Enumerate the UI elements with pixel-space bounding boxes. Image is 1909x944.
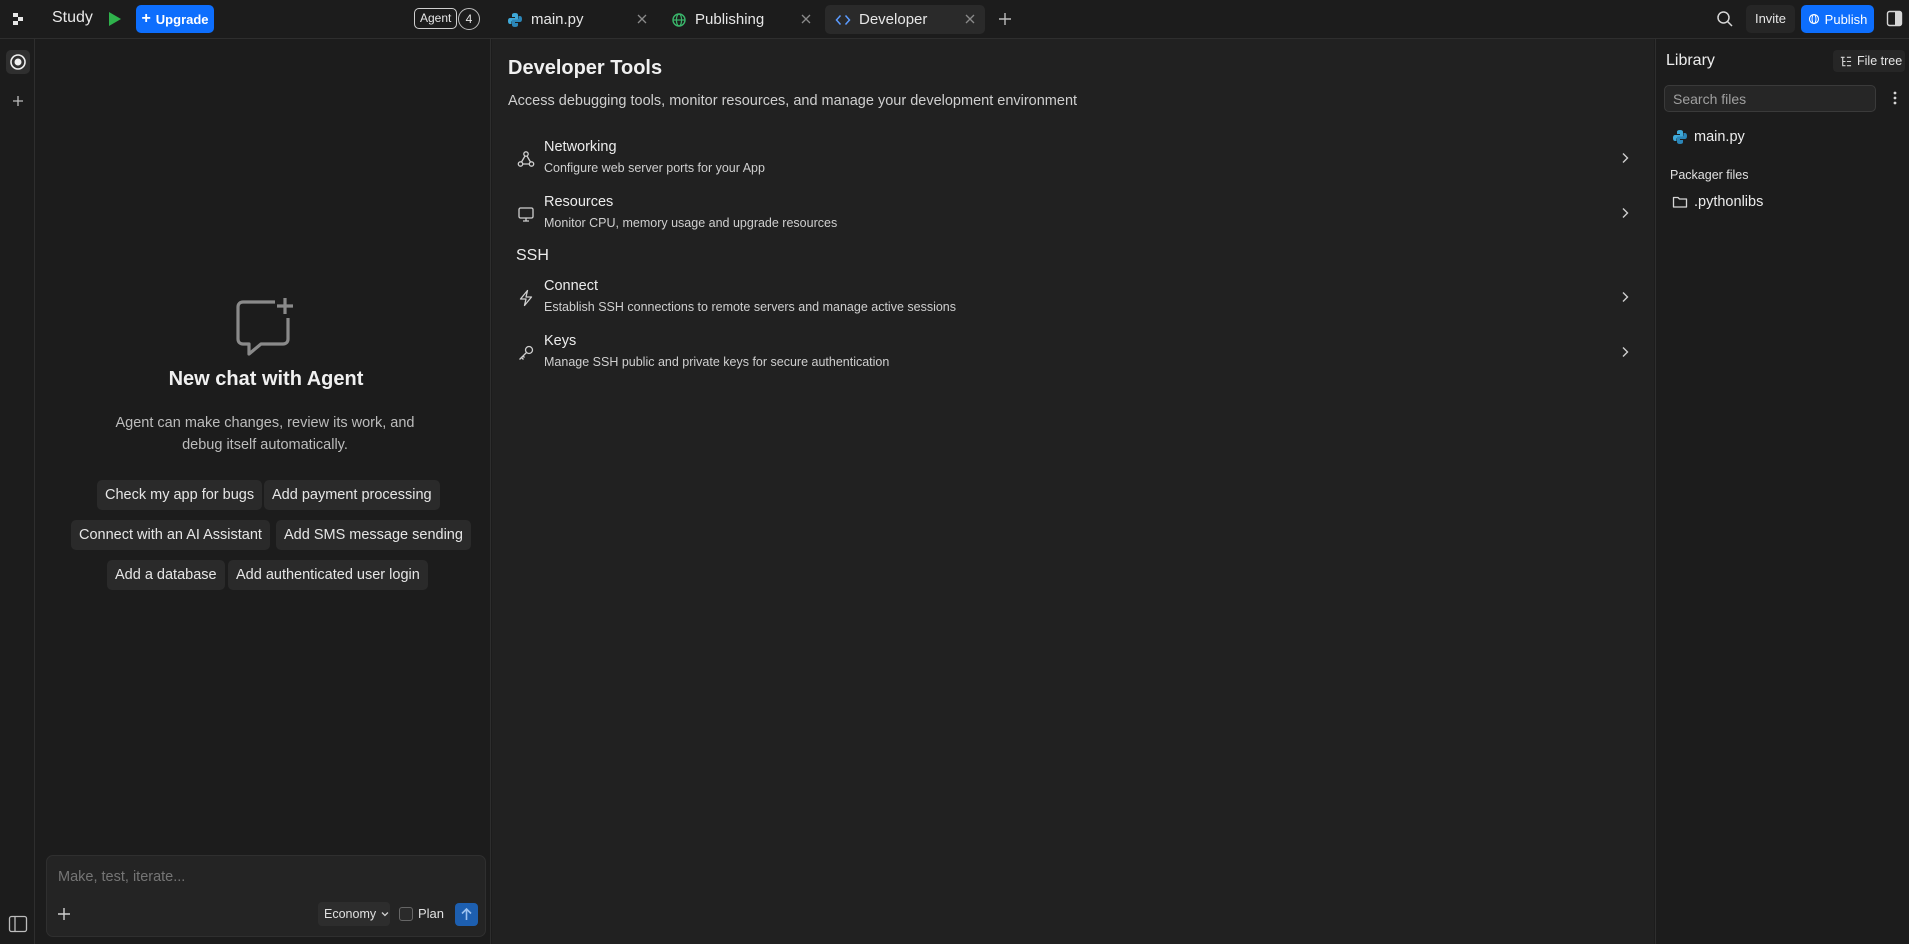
- tab-label: Publishing: [695, 11, 765, 28]
- close-icon[interactable]: [635, 12, 649, 26]
- left-rail: [0, 39, 35, 944]
- tab-main-py[interactable]: main.py: [497, 5, 657, 34]
- dev-item-networking[interactable]: Networking Configure web server ports fo…: [508, 134, 1638, 184]
- play-icon: [109, 12, 121, 26]
- file-tree-label: File tree: [1857, 54, 1903, 68]
- bolt-icon: [519, 289, 533, 307]
- dev-item-title: Resources: [544, 194, 614, 210]
- file-item[interactable]: main.py: [1672, 127, 1745, 147]
- folder-icon: [1672, 196, 1688, 208]
- plan-checkbox[interactable]: [399, 907, 413, 921]
- mode-select[interactable]: Economy: [318, 902, 390, 926]
- chat-composer: [46, 855, 486, 937]
- python-icon: [1673, 130, 1687, 144]
- tab-label: Developer: [859, 11, 928, 28]
- network-icon: [517, 151, 535, 167]
- library-title: Library: [1666, 52, 1715, 69]
- code-icon: [835, 14, 851, 25]
- folder-item[interactable]: .pythonlibs: [1672, 192, 1763, 212]
- close-icon[interactable]: [799, 12, 813, 26]
- agent-home-button[interactable]: [6, 50, 30, 74]
- suggestion-button[interactable]: Add authenticated user login: [228, 560, 428, 590]
- python-icon: [508, 12, 522, 27]
- upgrade-label: Upgrade: [155, 11, 209, 27]
- publish-button[interactable]: Publish: [1801, 5, 1874, 33]
- mode-label: Economy: [324, 907, 377, 921]
- chevron-right-icon: [1622, 153, 1629, 163]
- dev-item-desc: Configure web server ports for your App: [544, 161, 765, 175]
- suggestion-button[interactable]: Add SMS message sending: [276, 520, 471, 550]
- chevron-right-icon: [1622, 292, 1629, 302]
- dev-item-desc: Establish SSH connections to remote serv…: [544, 300, 957, 314]
- attach-plus-icon[interactable]: [56, 906, 72, 922]
- agent-badge[interactable]: Agent: [414, 8, 458, 29]
- dev-item-desc: Monitor CPU, memory usage and upgrade re…: [544, 216, 838, 230]
- key-icon: [519, 345, 534, 360]
- search-files-input[interactable]: [1664, 85, 1876, 112]
- run-button[interactable]: [104, 9, 124, 29]
- agent-count-badge[interactable]: 4: [458, 8, 480, 30]
- chat-input[interactable]: [58, 869, 468, 885]
- tab-label: main.py: [531, 11, 584, 28]
- dev-item-resources[interactable]: Resources Monitor CPU, memory usage and …: [508, 189, 1638, 239]
- replit-logo-icon[interactable]: [10, 11, 26, 27]
- chat-title: New chat with Agent: [168, 368, 364, 390]
- monitor-icon: [518, 207, 534, 222]
- app-name[interactable]: Study: [52, 9, 93, 27]
- dev-item-connect[interactable]: Connect Establish SSH connections to rem…: [508, 273, 1638, 323]
- suggestion-button[interactable]: Connect with an AI Assistant: [71, 520, 270, 550]
- send-button[interactable]: [455, 903, 478, 926]
- suggestion-button[interactable]: Add payment processing: [264, 480, 440, 510]
- folder-name: .pythonlibs: [1694, 194, 1764, 210]
- dev-item-title: Keys: [544, 333, 577, 349]
- upgrade-button[interactable]: + Upgrade: [136, 5, 214, 33]
- sidebar-toggle-icon[interactable]: [7, 913, 29, 935]
- more-vertical-icon[interactable]: [1888, 90, 1902, 106]
- globe-icon: [1808, 13, 1819, 25]
- search-icon[interactable]: [1716, 10, 1734, 28]
- dev-item-title: Networking: [544, 139, 617, 155]
- dev-item-keys[interactable]: Keys Manage SSH public and private keys …: [508, 328, 1638, 378]
- tab-developer[interactable]: Developer: [825, 5, 985, 34]
- packager-files-heading: Packager files: [1670, 168, 1749, 182]
- invite-button[interactable]: Invite: [1746, 5, 1795, 33]
- suggestion-button[interactable]: Add a database: [107, 560, 225, 590]
- chevron-down-icon: [381, 912, 389, 917]
- close-icon[interactable]: [963, 12, 977, 26]
- panel-toggle-icon[interactable]: [1886, 10, 1903, 27]
- new-chat-icon: [236, 298, 293, 356]
- plus-icon: +: [141, 10, 151, 27]
- plan-label: Plan: [418, 906, 445, 921]
- record-icon: [10, 54, 26, 70]
- add-icon[interactable]: [10, 93, 26, 109]
- page-subtitle: Access debugging tools, monitor resource…: [508, 93, 1078, 109]
- chat-description: Agent can make changes, review its work,…: [115, 415, 415, 453]
- chevron-right-icon: [1622, 347, 1629, 357]
- page-title: Developer Tools: [508, 57, 663, 79]
- chevron-right-icon: [1622, 208, 1629, 218]
- dev-item-title: Connect: [544, 278, 599, 294]
- publish-label: Publish: [1824, 11, 1868, 27]
- tab-publishing[interactable]: Publishing: [661, 5, 821, 34]
- ssh-section-heading: SSH: [516, 247, 549, 264]
- suggestion-button[interactable]: Check my app for bugs: [97, 480, 263, 510]
- arrow-up-icon: [461, 907, 472, 920]
- file-tree-button[interactable]: File tree: [1833, 50, 1905, 72]
- add-tab-icon[interactable]: [997, 11, 1013, 27]
- file-tree-icon: [1840, 56, 1852, 66]
- globe-icon: [672, 12, 686, 27]
- file-name: main.py: [1694, 129, 1745, 145]
- dev-item-desc: Manage SSH public and private keys for s…: [544, 355, 890, 369]
